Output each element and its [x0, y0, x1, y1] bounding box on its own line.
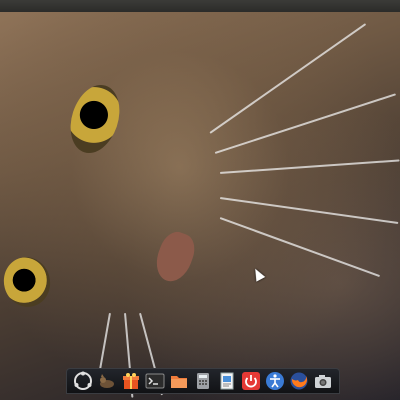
cat-nose — [150, 227, 200, 287]
cat-eye — [62, 78, 128, 160]
dock — [66, 368, 340, 394]
desktop-wallpaper — [0, 12, 400, 400]
cat-whisker — [219, 197, 399, 225]
cat-whisker — [219, 217, 381, 278]
kitty-icon[interactable] — [97, 371, 117, 391]
cat-eye — [0, 251, 56, 313]
ubuntu-logo-icon[interactable] — [73, 371, 93, 391]
terminal-icon[interactable] — [145, 371, 165, 391]
power-button-icon[interactable] — [241, 371, 261, 391]
camera-icon[interactable] — [313, 371, 333, 391]
gift-box-icon[interactable] — [121, 371, 141, 391]
cat-whisker — [214, 93, 397, 154]
firefox-icon[interactable] — [289, 371, 309, 391]
folder-icon[interactable] — [169, 371, 189, 391]
document-viewer-icon[interactable] — [217, 371, 237, 391]
cat-whisker — [219, 159, 400, 174]
calculator-icon[interactable] — [193, 371, 213, 391]
accessibility-icon[interactable] — [265, 371, 285, 391]
cat-whisker — [209, 23, 367, 134]
